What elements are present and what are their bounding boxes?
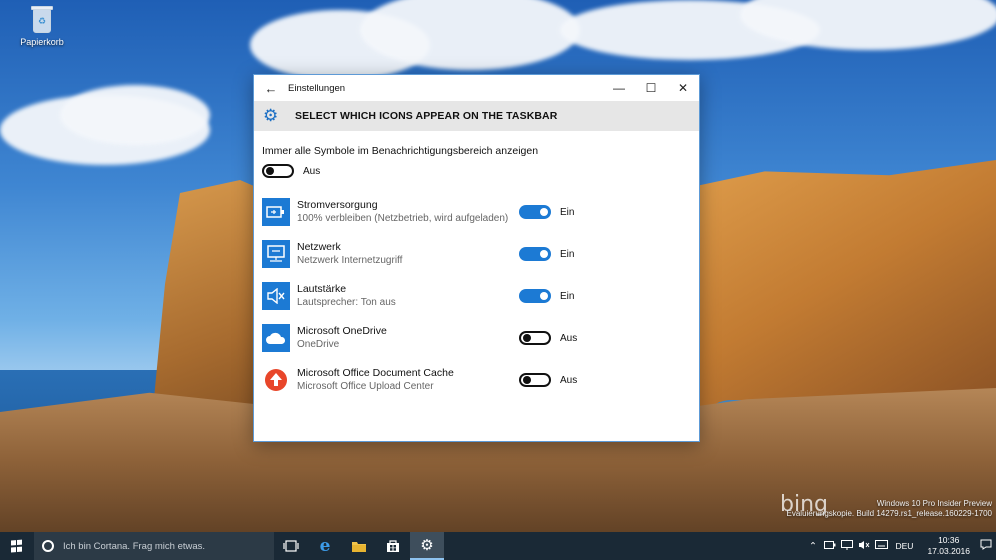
settings-window: ← Einstellungen — ☐ ✕ ⚙ SELECT WHICH ICO… <box>253 74 700 442</box>
cortana-placeholder: Ich bin Cortana. Frag mich etwas. <box>63 540 206 552</box>
network-icon[interactable] <box>839 539 856 553</box>
recycle-bin-icon: ♻ <box>29 4 55 34</box>
onedrive-toggle[interactable] <box>519 331 551 345</box>
window-title: Einstellungen <box>288 82 346 94</box>
cortana-icon <box>42 540 54 552</box>
netzwerk-toggle[interactable] <box>519 247 551 261</box>
list-item-onedrive: Microsoft OneDrive OneDrive Aus <box>262 317 691 359</box>
edge-browser-button[interactable]: e <box>308 532 342 560</box>
file-explorer-button[interactable] <box>342 532 376 560</box>
item-subtitle: Microsoft Office Upload Center <box>297 381 434 392</box>
item-subtitle: OneDrive <box>297 339 340 350</box>
task-view-icon <box>283 540 299 552</box>
network-icon <box>262 240 290 268</box>
speaker-muted-icon <box>262 282 290 310</box>
toggle-state: Aus <box>560 332 578 344</box>
list-item-stromversorgung: Stromversorgung 100% verbleiben (Netzbet… <box>262 191 691 233</box>
gear-icon: ⚙ <box>420 537 434 554</box>
recycle-bin-label: Papierkorb <box>20 37 64 47</box>
keyboard-icon[interactable] <box>873 540 890 552</box>
folder-icon <box>352 541 366 552</box>
power-plug-icon[interactable] <box>822 540 839 552</box>
system-tray: ⌃ DEU 10:36 17.03.2016 <box>805 532 996 560</box>
list-item-netzwerk: Netzwerk Netzwerk Internetzugriff Ein <box>262 233 691 275</box>
gear-icon: ⚙ <box>263 106 279 125</box>
item-name: Lautstärke <box>297 283 347 295</box>
title-bar[interactable]: ← Einstellungen — ☐ ✕ <box>254 75 699 101</box>
back-button[interactable]: ← <box>254 75 288 101</box>
toggle-state: Ein <box>560 290 575 302</box>
start-button[interactable] <box>0 532 34 560</box>
upload-arrow-icon <box>262 366 290 394</box>
item-subtitle: Netzwerk Internetzugriff <box>297 255 403 266</box>
windows-logo-icon <box>11 539 23 553</box>
settings-taskbar-button[interactable]: ⚙ <box>410 532 444 560</box>
lautstaerke-toggle[interactable] <box>519 289 551 303</box>
office-cache-toggle[interactable] <box>519 373 551 387</box>
notification-icon <box>980 539 992 550</box>
page-title: SELECT WHICH ICONS APPEAR ON THE TASKBAR <box>295 110 558 122</box>
chevron-up-icon[interactable]: ⌃ <box>805 541 822 552</box>
item-name: Microsoft Office Document Cache <box>297 367 454 379</box>
recycle-bin-desktop-icon[interactable]: ♻ Papierkorb <box>14 4 70 47</box>
cloud-icon <box>262 324 290 352</box>
build-watermark: Windows 10 Pro Insider Preview Evaluieru… <box>787 499 992 519</box>
task-view-button[interactable] <box>274 532 308 560</box>
list-item-office-cache: Microsoft Office Document Cache Microsof… <box>262 359 691 401</box>
item-name: Stromversorgung <box>297 199 378 211</box>
store-bag-icon <box>387 540 399 552</box>
always-show-all-label: Immer alle Symbole im Benachrichtigungsb… <box>262 145 539 157</box>
power-plug-icon <box>262 198 290 226</box>
store-button[interactable] <box>376 532 410 560</box>
item-subtitle: 100% verbleiben (Netzbetrieb, wird aufge… <box>297 213 509 224</box>
clock-date: 17.03.2016 <box>927 546 970 556</box>
stromversorgung-toggle[interactable] <box>519 205 551 219</box>
watermark-line-2: Evaluierungskopie. Build 14279.rs1_relea… <box>786 509 992 518</box>
speaker-muted-icon[interactable] <box>856 540 873 553</box>
close-button[interactable]: ✕ <box>667 75 699 101</box>
edge-icon: e <box>319 536 331 556</box>
always-show-all-toggle[interactable] <box>262 164 294 178</box>
toggle-state: Ein <box>560 248 575 260</box>
list-item-lautstaerke: Lautstärke Lautsprecher: Ton aus Ein <box>262 275 691 317</box>
toggle-state: Aus <box>560 374 578 386</box>
minimize-button[interactable]: — <box>603 75 635 101</box>
cortana-search-box[interactable]: Ich bin Cortana. Frag mich etwas. <box>34 532 274 560</box>
item-name: Microsoft OneDrive <box>297 325 387 337</box>
taskbar-icon-list: Stromversorgung 100% verbleiben (Netzbet… <box>262 191 691 401</box>
watermark-line-1: Windows 10 Pro Insider Preview <box>876 499 992 508</box>
input-language[interactable]: DEU <box>896 541 914 551</box>
item-name: Netzwerk <box>297 241 341 253</box>
always-show-all-state: Aus <box>303 165 321 177</box>
page-header: ⚙ SELECT WHICH ICONS APPEAR ON THE TASKB… <box>254 101 699 131</box>
clock[interactable]: 10:36 17.03.2016 <box>921 535 976 557</box>
maximize-button[interactable]: ☐ <box>635 75 667 101</box>
action-center-button[interactable] <box>976 539 996 553</box>
item-subtitle: Lautsprecher: Ton aus <box>297 297 396 308</box>
toggle-state: Ein <box>560 206 575 218</box>
taskbar: Ich bin Cortana. Frag mich etwas. e ⚙ ⌃ … <box>0 532 996 560</box>
clock-time: 10:36 <box>938 535 960 545</box>
